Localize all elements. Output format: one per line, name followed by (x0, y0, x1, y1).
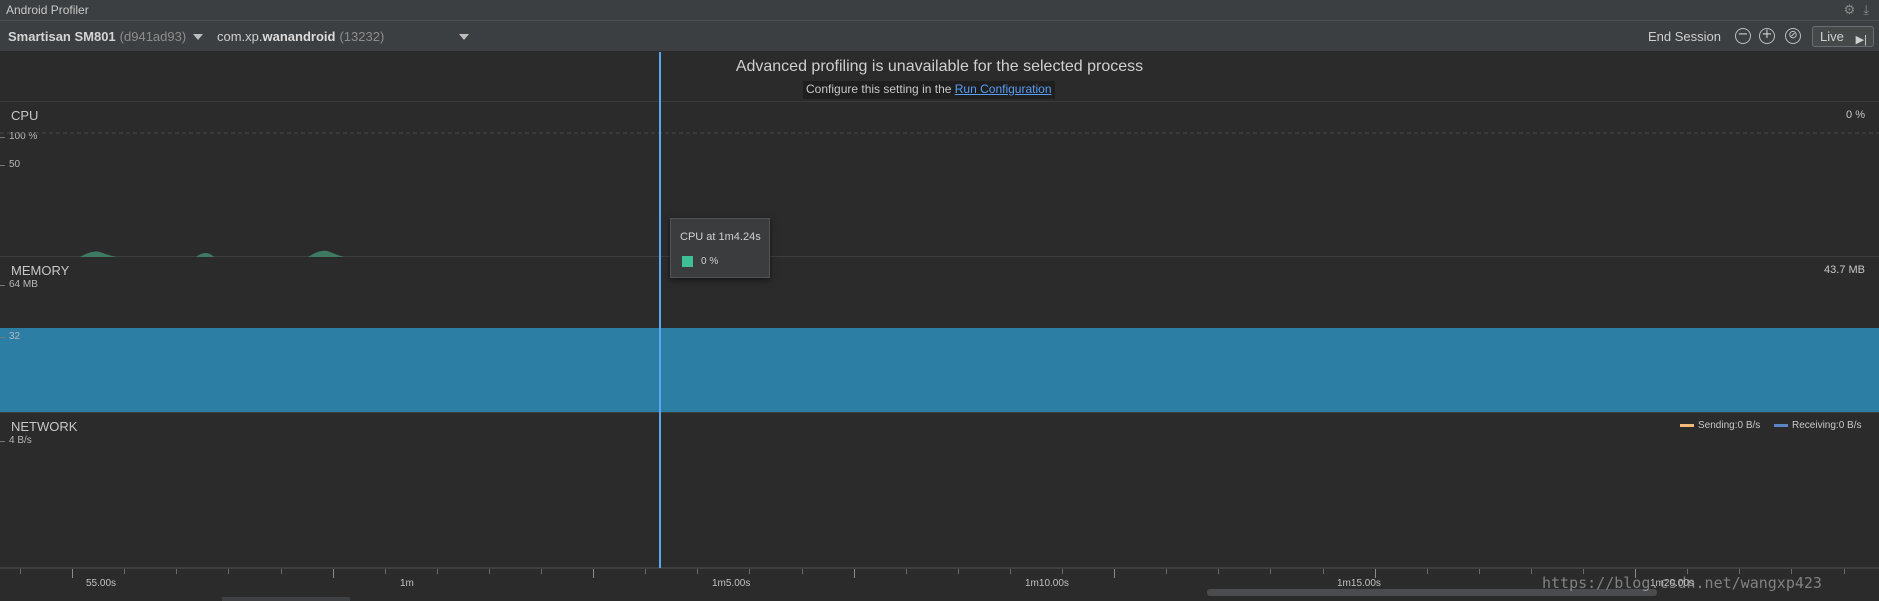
banner-configure-text: Configure this setting in the Run Config… (803, 81, 1055, 99)
tooltip-title: CPU at 1m4.24s (680, 231, 761, 243)
process-selector[interactable]: com.xp.wanandroid (13232) (217, 29, 384, 44)
title-bar: Android Profiler ⚙ ⤓ (0, 0, 1879, 21)
memory-usage-area (0, 328, 1879, 412)
major-tick (1375, 569, 1376, 578)
major-tick (1114, 569, 1115, 578)
configure-text: Configure this setting in the (806, 82, 952, 96)
watermark: https://blog.csdn.net/wangxp423 (1542, 574, 1822, 592)
minor-tick (749, 569, 750, 574)
tooltip-swatch (682, 256, 693, 267)
minor-tick (489, 569, 490, 574)
minor-tick (958, 569, 959, 574)
minor-tick (1479, 569, 1480, 574)
receiving-swatch (1774, 423, 1788, 427)
go-live-icon: ▶| (1855, 34, 1867, 46)
minor-tick (281, 569, 282, 574)
reset-zoom-icon[interactable]: ⊘ (1785, 28, 1801, 44)
receiving-label: Receiving: (1792, 420, 1839, 431)
sending-swatch (1680, 423, 1694, 427)
time-cursor-line[interactable] (659, 52, 661, 570)
minor-tick (124, 569, 125, 574)
minor-tick (697, 569, 698, 574)
memory-y-mid-label: 32 (0, 331, 21, 342)
minor-tick (1010, 569, 1011, 574)
memory-y-max-label: 64 MB (0, 279, 38, 290)
minor-tick (541, 569, 542, 574)
minor-tick (1062, 569, 1063, 574)
major-tick (333, 569, 334, 578)
minor-tick (802, 569, 803, 574)
sending-value: 0 B/s (1737, 420, 1761, 431)
memory-label: MEMORY (11, 263, 70, 278)
minor-tick (1270, 569, 1271, 574)
receiving-value: 0 B/s (1838, 420, 1862, 431)
minor-tick (1427, 569, 1428, 574)
cpu-usage-graph (0, 132, 1879, 257)
time-label: 1m (400, 578, 414, 589)
cpu-monitor[interactable]: CPU 0 % 100 % 50 (0, 102, 1879, 257)
minor-tick (1323, 569, 1324, 574)
minor-tick (228, 569, 229, 574)
gear-icon[interactable]: ⚙ (1844, 2, 1856, 18)
minor-tick (20, 569, 21, 574)
minor-tick (1218, 569, 1219, 574)
live-label: Live (1820, 29, 1844, 44)
timeline-scrollbar-track (222, 597, 350, 601)
banner-headline: Advanced profiling is unavailable for th… (735, 58, 1144, 75)
major-tick (593, 569, 594, 578)
minor-tick (437, 569, 438, 574)
time-label: 1m5.00s (712, 578, 751, 589)
legend-receiving: Receiving:0 B/s (1774, 420, 1862, 431)
process-dropdown-icon[interactable] (459, 34, 469, 40)
zoom-in-icon[interactable]: + (1759, 28, 1775, 44)
cpu-tooltip: CPU at 1m4.24s 0 % (670, 218, 770, 278)
hide-panel-icon[interactable]: ⤓ (1863, 2, 1869, 18)
tooltip-value: 0 % (701, 256, 719, 267)
device-serial: (d941ad93) (119, 29, 187, 44)
time-label: 1m15.00s (1337, 578, 1381, 589)
live-button[interactable]: Live ▶| (1812, 26, 1874, 47)
title-bar-icons: ⚙ ⤓ (1844, 2, 1869, 18)
network-label: NETWORK (11, 419, 78, 434)
device-selector[interactable]: Smartisan SM801 (d941ad93) (8, 29, 186, 44)
network-monitor[interactable]: NETWORK 4 B/s Sending:0 B/s Receiving:0 … (0, 413, 1879, 568)
window-title: Android Profiler (6, 3, 89, 17)
time-label: 1m10.00s (1025, 578, 1069, 589)
zoom-out-icon[interactable]: − (1735, 28, 1751, 44)
minor-tick (645, 569, 646, 574)
run-configuration-link[interactable]: Run Configuration (955, 82, 1052, 96)
sending-label: Sending: (1698, 420, 1738, 431)
legend-sending: Sending:0 B/s (1680, 420, 1760, 431)
profiler-toolbar: Smartisan SM801 (d941ad93) com.xp.wanandr… (0, 21, 1879, 52)
network-y-max-label: 4 B/s (0, 435, 32, 446)
minor-tick (906, 569, 907, 574)
major-tick (854, 569, 855, 578)
advanced-profiling-banner: Advanced profiling is unavailable for th… (0, 52, 1879, 102)
minor-tick (1166, 569, 1167, 574)
memory-current-value: 43.7 MB (1824, 264, 1865, 276)
device-dropdown-icon[interactable] (193, 34, 203, 40)
minor-tick (176, 569, 177, 574)
minor-tick (385, 569, 386, 574)
end-session-button[interactable]: End Session (1648, 29, 1721, 44)
process-prefix: com.xp. (217, 29, 263, 44)
process-pid: (13232) (339, 29, 385, 44)
minor-tick (1844, 569, 1845, 574)
minor-tick (1531, 569, 1532, 574)
device-name: Smartisan SM801 (8, 29, 116, 44)
memory-monitor[interactable]: MEMORY 43.7 MB 64 MB 32 (0, 257, 1879, 413)
process-name: wanandroid (262, 29, 336, 44)
major-tick (72, 569, 73, 578)
time-label: 55.00s (86, 578, 117, 589)
